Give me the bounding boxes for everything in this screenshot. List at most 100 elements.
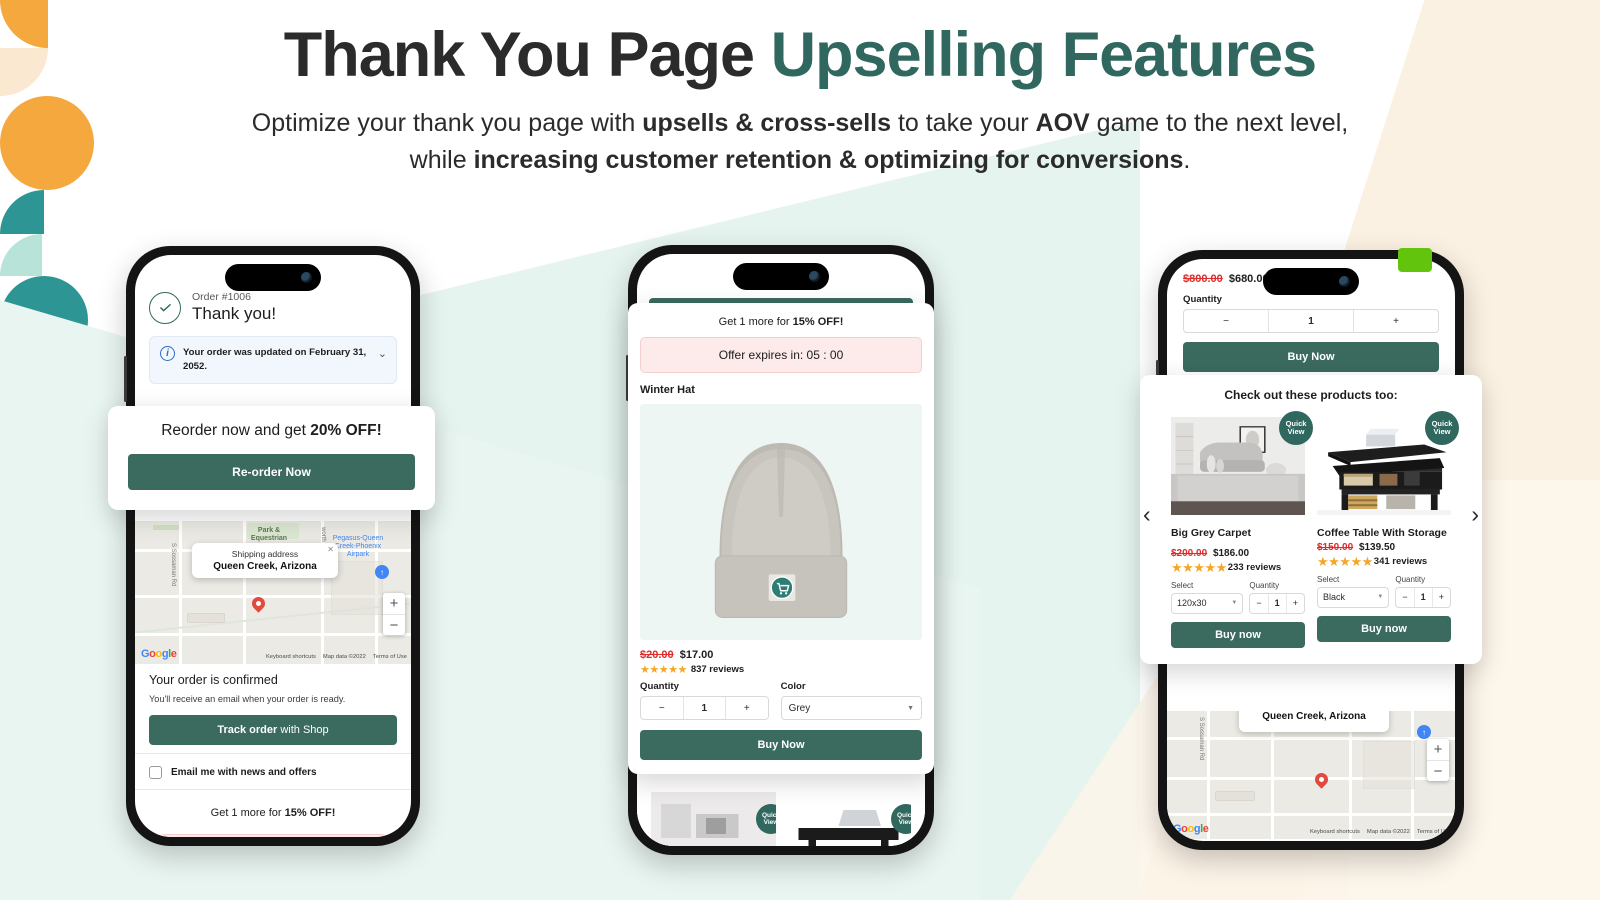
- carousel-prev-arrow[interactable]: ‹: [1143, 503, 1151, 526]
- order-update-text: Your order was updated on February 31, 2…: [183, 347, 367, 372]
- quantity-stepper[interactable]: − 1 +: [1183, 309, 1439, 333]
- quantity-increase-button[interactable]: +: [1287, 594, 1304, 613]
- shipping-map[interactable]: S Sossaman Rd ↑ Queen Creek, Arizona + −…: [1167, 711, 1455, 839]
- price-discounted: $186.00: [1212, 547, 1250, 559]
- reorder-discount-badge: 20% OFF!: [310, 422, 382, 439]
- map-keyboard-shortcuts[interactable]: Keyboard shortcuts: [266, 654, 316, 660]
- offer-timer: Offer expires in: 05 : 00: [640, 337, 922, 373]
- subtitle-text: while: [409, 146, 474, 175]
- quick-view-button[interactable]: Quick View: [1425, 411, 1459, 445]
- track-order-label: with Shop: [277, 724, 329, 736]
- review-count: 341 reviews: [1373, 556, 1428, 568]
- tooltip-address: Queen Creek, Arizona: [1262, 711, 1366, 722]
- map-terms-of-use[interactable]: Terms of Use: [373, 654, 407, 660]
- map-zoom-in-button[interactable]: +: [1427, 739, 1449, 760]
- color-field: Color Grey ▼: [780, 681, 922, 720]
- phone-notch: [225, 264, 321, 291]
- map-footer-links: Keyboard shortcuts Map data ©2022 Terms …: [266, 654, 407, 660]
- order-number: Order #1006: [192, 291, 251, 303]
- camera-icon: [1339, 276, 1350, 287]
- product-image-winter-hat[interactable]: [640, 404, 922, 640]
- google-watermark: Google: [1173, 823, 1209, 835]
- phone-mockup-left: Order #1006 Thank you! i Your order was …: [124, 246, 420, 846]
- phone-notch: [1263, 268, 1359, 295]
- variant-select[interactable]: Black ▼: [1317, 586, 1390, 608]
- chevron-down-icon: ▼: [1377, 594, 1384, 601]
- color-select[interactable]: Grey ▼: [780, 696, 922, 720]
- quantity-decrease-button[interactable]: −: [641, 697, 683, 719]
- carousel-next-arrow[interactable]: ›: [1471, 503, 1479, 526]
- quick-view-button[interactable]: Quick View: [1279, 411, 1313, 445]
- map-zoom-controls[interactable]: + −: [1427, 739, 1449, 781]
- email-optin-checkbox[interactable]: [149, 766, 162, 779]
- map-data-attribution: Map data ©2022: [1366, 829, 1410, 835]
- quantity-stepper[interactable]: − 1 +: [640, 696, 769, 720]
- quantity-stepper[interactable]: − 1 +: [1249, 592, 1305, 614]
- phone-notch: [733, 263, 829, 290]
- camera-icon: [301, 272, 312, 283]
- map-keyboard-shortcuts[interactable]: Keyboard shortcuts: [1310, 829, 1360, 835]
- map-navigation-icon[interactable]: ↑: [375, 565, 389, 579]
- upsell-discount-badge: 15% OFF!: [284, 807, 336, 819]
- product-price-row: $200.00 $186.00: [1171, 548, 1305, 559]
- quantity-field: Quantity − 1 +: [640, 681, 769, 720]
- subtitle-text: game to the next level,: [1089, 109, 1349, 138]
- quantity-decrease-button[interactable]: −: [1396, 588, 1413, 607]
- upsell-headline-text: Get 1 more for: [718, 316, 793, 328]
- email-optin-label: Email me with news and offers: [171, 767, 317, 778]
- variant-select[interactable]: 120x30 ▼: [1171, 592, 1244, 614]
- variant-value: 120x30: [1177, 598, 1207, 609]
- track-order-button[interactable]: Track order with Shop: [149, 715, 397, 745]
- shipping-map[interactable]: Park & Equestrian Centre Pegasus-Queen C…: [135, 521, 411, 664]
- map-zoom-out-button[interactable]: −: [1427, 760, 1449, 781]
- map-zoom-out-button[interactable]: −: [383, 614, 405, 635]
- carousel-product-image[interactable]: Quick View: [651, 792, 776, 846]
- price-original: $200.00: [1171, 547, 1208, 559]
- carousel-product-image[interactable]: Quick View: [786, 792, 911, 846]
- buy-now-button[interactable]: Buy now: [1171, 621, 1305, 648]
- close-icon[interactable]: ✕: [327, 545, 334, 554]
- email-optin-row[interactable]: Email me with news and offers: [135, 755, 411, 790]
- quantity-increase-button[interactable]: +: [1354, 310, 1438, 332]
- map-label-road-left: S Sossaman Rd: [169, 543, 176, 587]
- quantity-value: 1: [682, 697, 727, 719]
- review-count: 837 reviews: [690, 664, 745, 675]
- upsell-headline-text: Get 1 more for: [210, 807, 285, 819]
- product-rating-row: ★★★★★ 233 reviews: [1171, 560, 1305, 576]
- green-status-chip: [1398, 248, 1432, 272]
- subtitle-text: .: [1183, 146, 1191, 175]
- buy-now-button[interactable]: Buy Now: [1183, 342, 1439, 372]
- quantity-label: Quantity: [1395, 574, 1426, 584]
- select-label: Select: [1317, 574, 1340, 584]
- quantity-stepper[interactable]: − 1 +: [1395, 586, 1451, 608]
- quantity-decrease-button[interactable]: −: [1184, 310, 1268, 332]
- page-subtitle-line-1: Optimize your thank you page with upsell…: [0, 105, 1600, 142]
- chevron-down-icon[interactable]: ⌄: [378, 347, 387, 360]
- product-options-row: Quantity − 1 + Color Grey ▼: [640, 681, 922, 720]
- quantity-value: 1: [1413, 587, 1433, 607]
- offer-timer: Offer expires in: 05 : 17: [159, 834, 387, 837]
- product-image-coffee-table[interactable]: Quick View: [1317, 411, 1459, 515]
- reorder-offer-card: Reorder now and get 20% OFF! Re-order No…: [108, 406, 435, 510]
- quantity-increase-button[interactable]: +: [726, 697, 768, 719]
- map-zoom-in-button[interactable]: +: [383, 593, 405, 614]
- map-terms-of-use[interactable]: Terms of Use: [1417, 829, 1451, 835]
- quantity-decrease-button[interactable]: −: [1250, 594, 1267, 613]
- star-rating-icon: ★★★★★: [640, 664, 687, 676]
- order-update-notice[interactable]: i Your order was updated on February 31,…: [149, 336, 397, 384]
- review-count: 233 reviews: [1227, 562, 1282, 574]
- quick-view-label: Quick View: [1285, 418, 1307, 436]
- re-order-now-button[interactable]: Re-order Now: [128, 454, 415, 490]
- buy-now-button[interactable]: Buy now: [1317, 615, 1451, 642]
- variant-value: Black: [1323, 592, 1346, 603]
- product-price-row: $150.00 $139.50: [1317, 542, 1451, 553]
- cross-sell-product-card: Quick View Big Grey Carpet $200.00 $186.…: [1171, 411, 1313, 648]
- product-image-big-grey-carpet[interactable]: Quick View: [1171, 411, 1313, 515]
- upsell-discount-badge: 15% OFF!: [792, 316, 844, 328]
- quantity-increase-button[interactable]: +: [1433, 588, 1450, 607]
- map-zoom-controls[interactable]: + −: [383, 593, 405, 635]
- buy-now-button[interactable]: Buy Now: [640, 730, 922, 760]
- map-navigation-icon[interactable]: ↑: [1417, 725, 1431, 739]
- order-confirmed-subtext: You'll receive an email when your order …: [149, 694, 346, 704]
- product-name: Coffee Table With Storage: [1317, 527, 1447, 539]
